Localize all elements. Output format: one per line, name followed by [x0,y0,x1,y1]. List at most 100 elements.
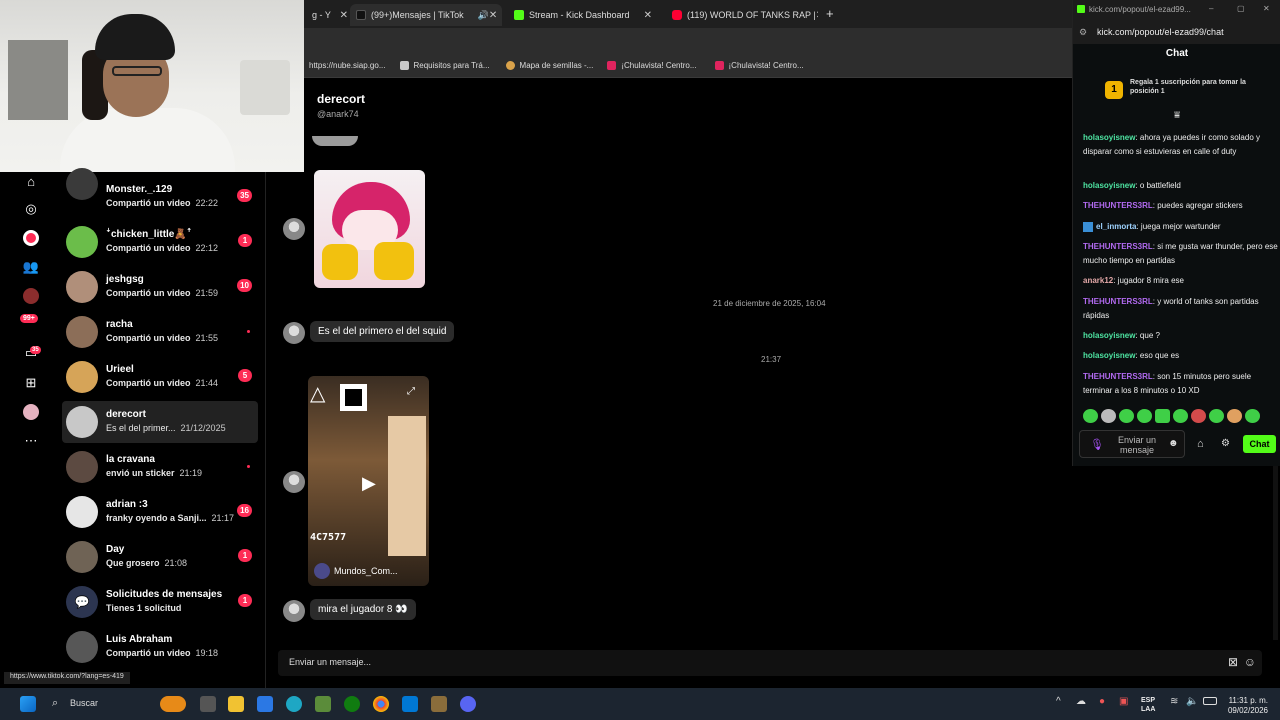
volume-icon[interactable]: 🔈 [1186,696,1198,707]
more-icon[interactable]: ⋯ [22,432,40,450]
shared-video-message[interactable]: △ ⤢ ▶ 4C7577 Mundos_Com... [308,376,429,586]
explore-icon[interactable]: ◎ [22,200,40,218]
message-requests-item[interactable]: 💬 Solicitudes de mensajes Tienes 1 solic… [62,581,258,623]
discord-icon[interactable] [460,696,476,712]
message-bubble[interactable]: Es el del primero el del squid [310,321,455,342]
emote-icon[interactable] [1083,409,1098,423]
gif-icon[interactable]: ⊠ [1228,655,1238,669]
conversation-item[interactable]: jeshgsg Compartió un video 21:59 10 [62,266,258,308]
emote-icon[interactable] [1173,409,1188,423]
game-app-icon[interactable] [431,696,447,712]
conversation-item[interactable]: racha Compartió un video 21:55 [62,311,258,353]
maximize-icon[interactable]: ▢ [1237,4,1245,13]
pinned-expand-icon[interactable]: ⩸ [1174,110,1180,121]
chat-message: THEHUNTERS3RL: y world of tanks son part… [1083,297,1259,320]
browser-tab[interactable]: (119) WORLD OF TANKS RAP | ✕ [666,4,818,26]
conversation-name: Urieel [106,364,134,375]
emote-picker-icon[interactable]: ☻ [1168,438,1179,449]
chat-contact-handle[interactable]: @anark74 [317,109,359,119]
wifi-icon[interactable]: ≋ [1170,696,1178,707]
gear-icon[interactable]: ⚙ [1221,438,1230,449]
conversation-item-selected[interactable]: derecort Es el del primer... 21/12/2025 [62,401,258,443]
expand-icon[interactable]: ⤢ [407,386,415,397]
conversation-item[interactable]: la cravana envió un sticker 21:19 [62,446,258,488]
home-icon[interactable]: ⌂ [22,172,40,190]
bookmark-item[interactable]: Mapa de semillas -... [505,61,594,70]
profile-icon[interactable] [22,287,40,305]
sticker-message[interactable] [314,170,425,288]
conversation-preview: Compartió un video 22:22 [106,198,219,208]
taskbar-widget-icon[interactable] [160,696,186,712]
emote-icon[interactable] [1101,409,1116,423]
store-icon[interactable]: ⌂ [1197,438,1204,450]
edge-icon[interactable] [286,696,302,712]
language-indicator[interactable]: ESP LAA [1141,696,1155,714]
speaker-icon[interactable]: 🔊 [478,10,489,21]
conversation-item[interactable]: adrian :3 franky oyendo a Sanji... 21:17 … [62,491,258,533]
chrome-icon[interactable] [373,696,389,712]
bookmark-item[interactable]: Requisitos para Trá... [399,61,490,70]
chat-contact-name[interactable]: derecort [317,92,365,106]
microphone-icon[interactable]: ● [1099,696,1105,707]
kick-message-input[interactable]: 🎙 Enviar un mensaje ☻ [1079,430,1185,458]
browser-tab[interactable]: Stream - Kick Dashboard ✕ [508,4,658,26]
close-tab-icon[interactable]: ✕ [489,10,497,21]
outlook-icon[interactable] [402,696,418,712]
search-icon[interactable]: ⌕ [52,697,58,710]
new-tab-plus-icon[interactable]: + [826,6,834,21]
conversation-item[interactable]: Monster._.129 Compartió un video 22:22 35 [62,168,258,218]
bookmark-label: Mapa de semillas -... [519,61,594,70]
windows-start-icon[interactable] [20,696,36,712]
xbox-icon[interactable] [344,696,360,712]
microphone-icon[interactable]: 🎙 [1090,438,1104,451]
avatar-icon[interactable] [22,403,40,421]
activity-badge[interactable]: 99+ [20,314,38,323]
emote-icon[interactable] [1119,409,1134,423]
site-settings-icon[interactable]: ⚙ [1079,27,1087,38]
bookmark-label: https://nube.siap.go... [309,61,386,70]
conversation-item[interactable]: Luis Abraham Compartió un video 19:18 [62,626,258,668]
play-icon[interactable]: ▶ [362,473,376,494]
task-view-icon[interactable] [200,696,216,712]
emote-icon[interactable] [1227,409,1242,423]
minimize-icon[interactable]: – [1209,4,1213,13]
cloud-icon[interactable]: ☁ [1076,696,1086,707]
emote-icon[interactable] [1191,409,1206,423]
send-chat-button[interactable]: Chat [1243,435,1276,453]
bookmark-item[interactable]: ¡Chulavista! Centro... [714,61,804,70]
upload-icon[interactable]: ⊞ [22,374,40,392]
gift-sub-promo[interactable]: Regala 1 suscripción para tomar la posic… [1103,78,1273,96]
taskbar-search[interactable]: Buscar [70,698,98,708]
close-tab-icon[interactable]: ✕ [816,10,818,21]
bookmarks-bar: https://nube.siap.go... Requisitos para … [300,54,1072,78]
emote-icon[interactable] [1245,409,1260,423]
avatar [66,226,98,258]
browser-tab-active[interactable]: (99+)Mensajes | TikTok 🔊 ✕ [350,4,502,26]
system-clock[interactable]: 11:31 p. m. 09/02/2026 [1198,696,1268,716]
close-icon[interactable]: ✕ [1263,4,1270,13]
close-tab-icon[interactable]: ✕ [644,10,652,21]
bookmark-item[interactable]: ¡Chulavista! Centro... [607,61,697,70]
conversation-item[interactable]: Urieel Compartió un video 21:44 5 [62,356,258,398]
background-furniture [8,40,68,120]
conversation-item[interactable]: ꜜchicken_little🧸ꜛ Compartió un video 22:1… [62,221,258,263]
sticker-fist-right [374,242,414,280]
live-icon[interactable] [22,229,40,247]
message-bubble[interactable]: mira el jugador 8 👀 [310,599,416,620]
close-tab-icon[interactable]: ✕ [340,10,348,21]
store-icon[interactable] [257,696,273,712]
file-explorer-icon[interactable] [228,696,244,712]
emote-icon[interactable] [1209,409,1224,423]
following-icon[interactable]: 👥 [22,258,40,276]
minecraft-icon[interactable] [315,696,331,712]
bookmark-label: ¡Chulavista! Centro... [621,61,697,70]
tray-app-icon[interactable]: ▣ [1119,696,1128,707]
emote-icon[interactable] [1155,409,1170,423]
conversation-item[interactable]: Day Que grosero 21:08 1 [62,536,258,578]
tray-chevron-icon[interactable]: ^ [1056,696,1061,707]
emote-icon[interactable] [1137,409,1152,423]
emoji-icon[interactable]: ☺ [1244,655,1256,669]
bookmark-item[interactable]: https://nube.siap.go... [309,61,386,70]
message-input[interactable]: Enviar un mensaje... ⊠ ☺ [278,650,1262,676]
browser-tab[interactable]: g - Y ✕ [306,4,354,26]
